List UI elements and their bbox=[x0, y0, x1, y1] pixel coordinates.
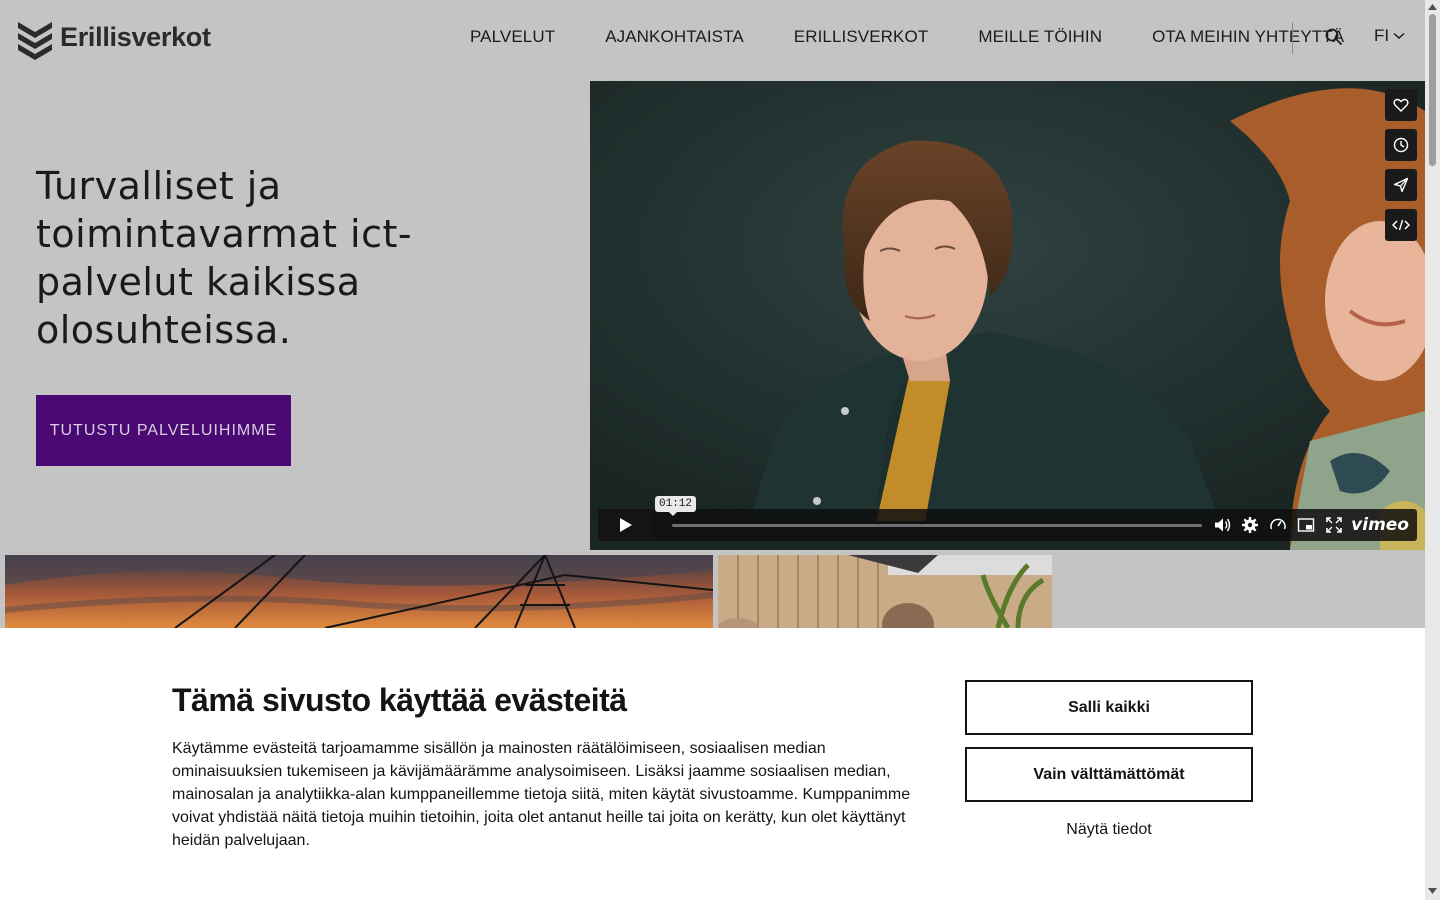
video-player[interactable]: vimeo bbox=[590, 81, 1425, 550]
speed-icon[interactable] bbox=[1269, 516, 1287, 534]
picture-in-picture-icon[interactable] bbox=[1297, 516, 1315, 534]
embed-code-icon bbox=[1392, 219, 1410, 231]
video-controls: vimeo bbox=[598, 509, 1417, 541]
office-people-image bbox=[718, 555, 1052, 628]
nav-item-meille-toihin[interactable]: MEILLE TÖIHIN bbox=[978, 27, 1102, 47]
allow-all-cookies-button[interactable]: Salli kaikki bbox=[965, 680, 1253, 735]
video-time-tooltip: 01:12 bbox=[655, 496, 697, 516]
search-icon[interactable] bbox=[1324, 27, 1344, 47]
watch-later-button[interactable] bbox=[1385, 129, 1417, 161]
logo-mark-icon bbox=[18, 22, 52, 60]
nav-item-erillisverkot[interactable]: ERILLISVERKOT bbox=[794, 27, 929, 47]
video-progress-track[interactable] bbox=[672, 524, 1202, 527]
show-details-link[interactable]: Näytä tiedot bbox=[965, 821, 1253, 839]
hero-title: Turvalliset ja toimintavarmat ict-palvel… bbox=[36, 164, 413, 352]
cookie-banner-text: Käytämme evästeitä tarjoamamme sisällön … bbox=[172, 740, 911, 849]
clock-icon bbox=[1393, 137, 1409, 153]
volume-icon[interactable] bbox=[1213, 516, 1231, 534]
cookie-banner: Tämä sivusto käyttää evästeitä Käytämme … bbox=[0, 628, 1425, 900]
embed-button[interactable] bbox=[1385, 209, 1417, 241]
cookie-banner-title: Tämä sivusto käyttää evästeitä bbox=[172, 682, 627, 718]
scroll-down-arrow-icon[interactable] bbox=[1428, 887, 1437, 895]
nav-item-ota-yhteytta[interactable]: OTA MEIHIN YHTEYTTÄ bbox=[1152, 27, 1344, 47]
share-button[interactable] bbox=[1385, 169, 1417, 201]
video-frame bbox=[590, 81, 1425, 550]
nav-item-ajankohtaista[interactable]: AJANKOHTAISTA bbox=[605, 27, 744, 47]
logo[interactable]: Erillisverkot bbox=[16, 18, 211, 62]
play-icon bbox=[620, 518, 632, 532]
scroll-thumb[interactable] bbox=[1429, 14, 1436, 166]
settings-icon[interactable] bbox=[1241, 516, 1259, 534]
language-selector[interactable]: FI bbox=[1374, 26, 1405, 46]
send-icon bbox=[1393, 177, 1409, 193]
necessary-only-cookies-button[interactable]: Vain välttämättömät bbox=[965, 747, 1253, 802]
language-label: FI bbox=[1374, 26, 1390, 45]
nav-divider bbox=[1292, 22, 1293, 54]
nav-item-palvelut[interactable]: PALVELUT bbox=[470, 27, 555, 47]
like-button[interactable] bbox=[1385, 89, 1417, 121]
vimeo-logo[interactable]: vimeo bbox=[1351, 515, 1409, 535]
page-scrollbar[interactable] bbox=[1425, 0, 1440, 900]
logo-text: Erillisverkot bbox=[60, 21, 211, 52]
power-lines-image bbox=[5, 555, 713, 628]
main-nav: PALVELUT AJANKOHTAISTA ERILLISVERKOT MEI… bbox=[470, 27, 1344, 47]
heart-icon bbox=[1393, 98, 1409, 112]
chevron-down-icon bbox=[1393, 32, 1405, 40]
explore-services-button[interactable]: TUTUSTU PALVELUIHIMME bbox=[36, 395, 291, 466]
play-button[interactable] bbox=[598, 509, 654, 541]
site-header: Erillisverkot PALVELUT AJANKOHTAISTA ERI… bbox=[0, 0, 1425, 78]
scroll-up-arrow-icon[interactable] bbox=[1428, 3, 1437, 11]
fullscreen-icon[interactable] bbox=[1325, 516, 1343, 534]
